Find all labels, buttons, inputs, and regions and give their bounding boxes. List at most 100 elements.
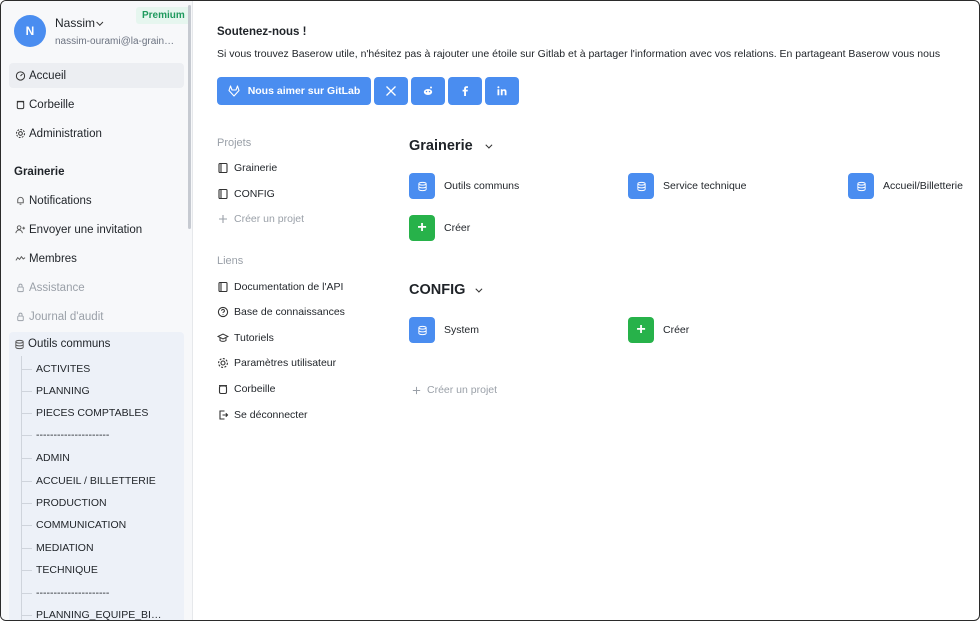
table-item[interactable]: ACTIVITES	[21, 363, 90, 375]
create-label: Créer	[663, 324, 690, 336]
chevron-down-icon	[96, 18, 104, 26]
gitlab-button-label: Nous aimer sur GitLab	[247, 85, 361, 97]
sidebar-item-label: Membres	[29, 252, 77, 265]
database-icon	[409, 317, 435, 343]
support-title: Soutenez-nous !	[217, 26, 307, 38]
graduation-icon	[217, 333, 229, 342]
app-card[interactable]: Service technique	[628, 173, 746, 199]
create-project-link[interactable]: Créer un projet	[217, 213, 304, 225]
premium-badge: Premium	[136, 7, 191, 24]
sidebar-scrollbar[interactable]	[188, 5, 191, 229]
link-label: Paramètres utilisateur	[234, 357, 337, 369]
share-linkedin-button[interactable]	[485, 77, 519, 105]
sidebar-item-corbeille[interactable]: Corbeille	[9, 92, 184, 117]
link-logout[interactable]: Se déconnecter	[217, 409, 308, 421]
table-item[interactable]: TECHNIQUE	[22, 564, 98, 576]
project-link[interactable]: CONFIG	[217, 188, 275, 200]
x-icon	[386, 86, 396, 96]
app-name: Accueil/Billetterie	[883, 180, 963, 192]
table-item[interactable]: PLANNING	[22, 385, 90, 397]
user-menu[interactable]: N Nassim nassim-ourami@la-grain… Premium	[13, 7, 191, 50]
link-label: Base de connaissances	[234, 306, 345, 318]
support-text: Si vous trouvez Baserow utile, n'hésitez…	[217, 48, 941, 60]
sidebar-item-accueil[interactable]: Accueil	[9, 63, 184, 88]
app-name: System	[444, 324, 480, 336]
table-item[interactable]: PRODUCTION	[22, 497, 107, 509]
dashboard-icon	[14, 70, 26, 82]
workspace-header[interactable]: CONFIG	[409, 282, 483, 298]
plus-icon	[219, 215, 227, 223]
facebook-icon	[462, 86, 468, 96]
project-label: CONFIG	[234, 188, 275, 200]
sidebar-item-administration[interactable]: Administration	[9, 121, 184, 146]
sidebar-item-journal[interactable]: Journal d'audit	[9, 304, 184, 329]
app-window: N Nassim nassim-ourami@la-grain… Premium…	[0, 0, 980, 621]
project-link[interactable]: Grainerie	[217, 162, 277, 174]
sidebar-item-label: Envoyer une invitation	[29, 223, 143, 236]
link-tutorials[interactable]: Tutoriels	[217, 332, 274, 344]
create-app-card[interactable]: + Créer	[628, 317, 689, 343]
reddit-icon	[423, 86, 433, 95]
workspace-header[interactable]: Grainerie	[409, 138, 493, 154]
members-icon	[14, 253, 26, 265]
table-item[interactable]: ---------------------	[21, 429, 109, 441]
link-api-docs[interactable]: Documentation de l'API	[217, 281, 343, 293]
sidebar-item-label: Assistance	[29, 281, 85, 294]
app-card[interactable]: Outils communs	[409, 173, 519, 199]
workspace-title[interactable]: Grainerie	[14, 166, 65, 178]
sidebar-item-membres[interactable]: Membres	[9, 246, 184, 271]
logout-icon	[219, 410, 229, 420]
plus-icon: +	[409, 215, 435, 241]
table-item[interactable]: PIECES COMPTABLES	[21, 407, 148, 419]
share-facebook-button[interactable]	[448, 77, 482, 105]
link-label: Tutoriels	[234, 332, 274, 344]
plus-icon: +	[628, 317, 654, 343]
gitlab-star-button[interactable]: Nous aimer sur GitLab	[217, 77, 371, 105]
share-reddit-button[interactable]	[411, 77, 445, 105]
database-name: Outils communs	[28, 338, 111, 350]
sidebar-item-label: Notifications	[29, 194, 92, 207]
database-item[interactable]: Outils communs	[14, 338, 110, 350]
plus-icon	[412, 386, 421, 394]
link-trash[interactable]: Corbeille	[217, 383, 275, 395]
sidebar-item-notifications[interactable]: Notifications	[9, 188, 184, 213]
table-item[interactable]: ---------------------	[21, 587, 109, 599]
workspace-name: Grainerie	[409, 138, 473, 154]
link-knowledge-base[interactable]: Base de connaissances	[217, 306, 345, 318]
create-project-button[interactable]: Créer un projet	[411, 384, 497, 396]
table-item[interactable]: ACCUEIL / BILLETTERIE	[22, 475, 156, 487]
user-name[interactable]: Nassim	[55, 16, 104, 30]
gear-icon	[218, 358, 228, 368]
chevron-down-icon	[475, 285, 483, 293]
user-name-text: Nassim	[55, 16, 96, 30]
link-label: Se déconnecter	[234, 409, 308, 421]
link-label: Documentation de l'API	[234, 281, 344, 293]
trash-icon	[14, 99, 26, 111]
avatar[interactable]: N	[14, 15, 46, 47]
book-icon	[218, 162, 228, 174]
table-item[interactable]: PLANNING_EQUIPE_BI…	[21, 609, 161, 620]
sidebar: N Nassim nassim-ourami@la-grain… Premium…	[1, 1, 193, 620]
create-project-label: Créer un projet	[427, 384, 498, 396]
sidebar-item-assistance[interactable]: Assistance	[9, 275, 184, 300]
table-item[interactable]: MEDIATION	[22, 542, 94, 554]
table-item[interactable]: ADMIN	[22, 452, 70, 464]
project-label: Grainerie	[234, 162, 278, 174]
create-label: Créer	[444, 222, 471, 234]
link-user-settings[interactable]: Paramètres utilisateur	[217, 357, 336, 369]
app-card[interactable]: System	[409, 317, 479, 343]
database-icon	[409, 173, 435, 199]
table-item[interactable]: COMMUNICATION	[21, 519, 126, 531]
app-card[interactable]: Accueil/Billetterie	[848, 173, 963, 199]
database-tree: Outils communs ACTIVITES PLANNING PIECES…	[9, 332, 184, 620]
link-label: Corbeille	[234, 383, 276, 395]
lock-icon	[14, 311, 26, 323]
sidebar-item-label: Accueil	[29, 69, 67, 82]
sidebar-item-invite[interactable]: Envoyer une invitation	[9, 217, 184, 242]
app-name: Service technique	[663, 180, 747, 192]
create-app-card[interactable]: + Créer	[409, 215, 470, 241]
sidebar-item-label: Journal d'audit	[29, 310, 104, 323]
share-x-button[interactable]	[374, 77, 408, 105]
linkedin-icon	[497, 86, 507, 96]
database-icon	[628, 173, 654, 199]
